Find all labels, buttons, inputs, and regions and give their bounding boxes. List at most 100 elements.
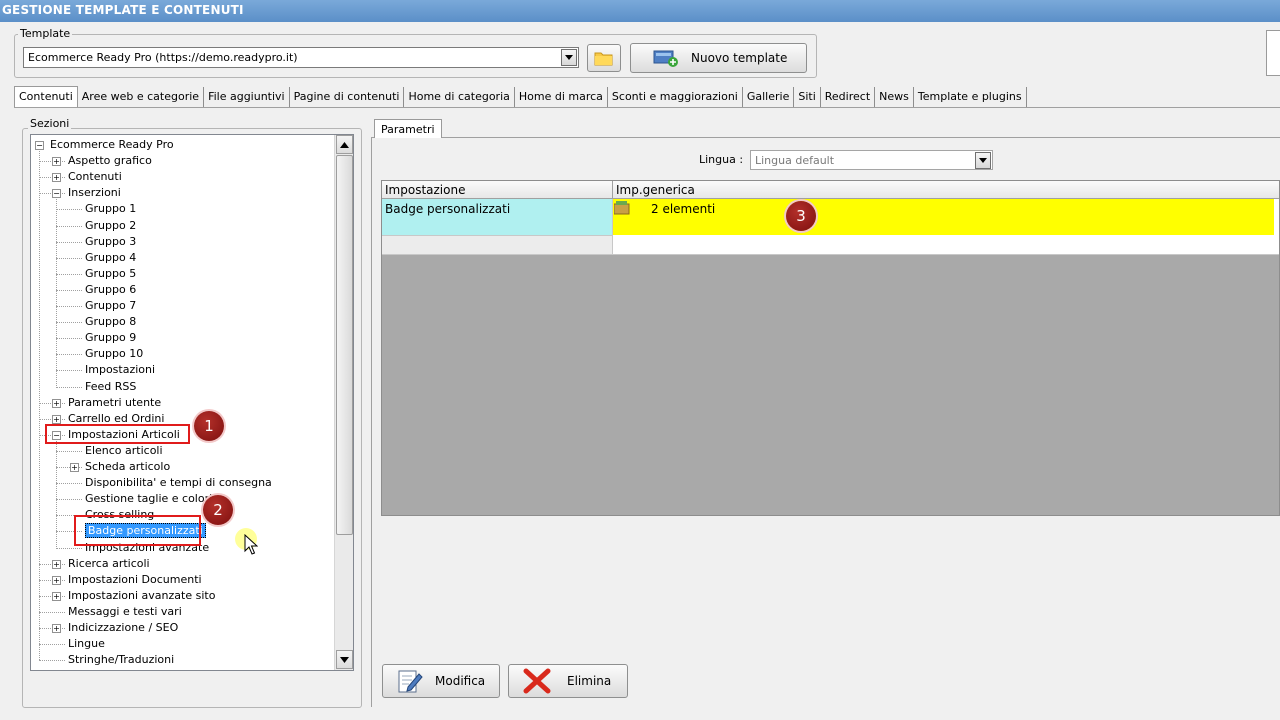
- tree-item[interactable]: Lingue: [68, 636, 105, 652]
- tree-item[interactable]: Impostazioni: [85, 362, 155, 378]
- tree-item-label: Gruppo 6: [85, 282, 137, 296]
- language-label: Lingua :: [699, 153, 744, 166]
- tree-item[interactable]: Parametri utente: [68, 395, 161, 411]
- tree-connector: [56, 483, 82, 485]
- tree-connector: [56, 241, 82, 243]
- tab-home-categoria[interactable]: Home di categoria: [404, 87, 515, 108]
- expand-icon[interactable]: +: [52, 624, 61, 633]
- tree-item[interactable]: Inserzioni: [68, 185, 121, 201]
- tree-item[interactable]: Gruppo 9: [85, 330, 136, 346]
- tree-item[interactable]: Gruppo 8: [85, 314, 136, 330]
- tree-item-label: Gruppo 8: [85, 315, 137, 329]
- tree-item[interactable]: Feed RSS: [85, 379, 136, 395]
- tab-redirect[interactable]: Redirect: [820, 87, 876, 108]
- tree-item[interactable]: Impostazioni avanzate sito: [68, 588, 215, 604]
- sections-group-label: Sezioni: [28, 117, 72, 130]
- tree-item[interactable]: Gruppo 10: [85, 346, 143, 362]
- tab-template-plugins[interactable]: Template e plugins: [913, 87, 1027, 108]
- expand-icon[interactable]: +: [52, 398, 61, 408]
- expand-icon[interactable]: +: [70, 463, 79, 472]
- tree-item-label: Aspetto grafico: [68, 154, 152, 168]
- tree-item-label: Ricerca articoli: [68, 556, 150, 570]
- tree-item-label: Feed RSS: [85, 379, 137, 393]
- expand-icon[interactable]: +: [52, 157, 61, 167]
- tree-item[interactable]: Ricerca articoli: [68, 556, 150, 572]
- tree-connector: [56, 499, 82, 501]
- tree-item[interactable]: Indicizzazione / SEO: [68, 620, 178, 636]
- tree-connector: [56, 440, 57, 548]
- collapse-icon[interactable]: −: [35, 141, 44, 150]
- open-folder-button[interactable]: [587, 44, 621, 72]
- tree-item[interactable]: Gruppo 6: [85, 282, 136, 298]
- column-header-impostazione[interactable]: Impostazione: [382, 181, 613, 199]
- tree-item-label: Gruppo 1: [85, 202, 137, 216]
- tab-home-marca[interactable]: Home di marca: [514, 87, 608, 108]
- add-template-icon: [653, 50, 678, 67]
- tree-item-label: Parametri utente: [68, 395, 162, 409]
- template-select[interactable]: Ecommerce Ready Pro (https://demo.readyp…: [23, 47, 579, 68]
- tree-item-label: Inserzioni: [68, 186, 121, 200]
- tree-item[interactable]: Stringhe/Traduzioni: [68, 652, 174, 668]
- column-header-imp-generica[interactable]: Imp.generica: [613, 181, 1279, 199]
- tree-item[interactable]: Ecommerce Ready Pro: [50, 137, 174, 153]
- tab-pagine-contenuti[interactable]: Pagine di contenuti: [289, 87, 405, 108]
- sections-tree[interactable]: Ecommerce Ready Pro − Aspetto grafico + Cont…: [30, 134, 354, 671]
- parameters-grid: Impostazione Imp.generica Badge personal…: [381, 180, 1280, 516]
- new-template-label: Nuovo template: [691, 51, 788, 65]
- tree-item[interactable]: Gruppo 3: [85, 234, 136, 250]
- annotation-marker-2: 2: [203, 495, 233, 525]
- tree-item-label: Gruppo 10: [85, 347, 144, 361]
- tab-file-aggiuntivi[interactable]: File aggiuntivi: [204, 87, 290, 108]
- tree-connector: [56, 370, 82, 372]
- expand-icon[interactable]: +: [52, 173, 61, 183]
- language-select[interactable]: Lingua default: [750, 150, 993, 170]
- empty-row-cell: [382, 236, 613, 255]
- scroll-thumb[interactable]: [336, 155, 353, 535]
- scroll-up-button[interactable]: [336, 135, 353, 154]
- tab-parametri[interactable]: Parametri: [374, 119, 442, 138]
- setting-value-cell[interactable]: 2 elementi: [613, 199, 1274, 235]
- tree-item[interactable]: Impostazioni Documenti: [68, 572, 202, 588]
- tree-item-label: Scheda articolo: [85, 460, 171, 473]
- tree-item[interactable]: Gruppo 7: [85, 298, 136, 314]
- tab-news[interactable]: News: [875, 87, 914, 108]
- edit-icon: [398, 670, 423, 693]
- tab-aree-web[interactable]: Aree web e categorie: [77, 87, 205, 108]
- new-template-button[interactable]: Nuovo template: [630, 43, 807, 73]
- tree-item[interactable]: Gruppo 2: [85, 218, 136, 234]
- tree-item[interactable]: Gestione taglie e colori: [85, 491, 212, 507]
- scroll-down-button[interactable]: [336, 650, 353, 669]
- tab-sconti[interactable]: Sconti e maggiorazioni: [607, 87, 743, 108]
- tree-item-label: Gruppo 3: [85, 234, 137, 248]
- tree-item[interactable]: Scheda articolo: [85, 459, 170, 475]
- tree-item-label: Messaggi e testi vari: [68, 604, 182, 618]
- setting-name-cell[interactable]: Badge personalizzati: [382, 199, 613, 236]
- tree-item[interactable]: Elenco articoli: [85, 443, 163, 459]
- tab-siti[interactable]: Siti: [794, 87, 821, 108]
- tree-item[interactable]: Gruppo 5: [85, 266, 136, 282]
- expand-icon[interactable]: +: [52, 591, 61, 601]
- tree-item[interactable]: Gruppo 4: [85, 250, 136, 266]
- edit-button[interactable]: Modifica: [382, 664, 500, 698]
- tree-item[interactable]: Disponibilita' e tempi di consegna: [85, 475, 272, 491]
- tree-item[interactable]: Aspetto grafico: [68, 153, 152, 169]
- chevron-down-icon[interactable]: [561, 49, 577, 66]
- expand-icon[interactable]: +: [52, 575, 61, 585]
- expand-icon[interactable]: +: [52, 559, 61, 569]
- expand-icon[interactable]: +: [52, 414, 61, 424]
- tree-item[interactable]: Gruppo 1: [85, 201, 136, 217]
- annotation-marker-3: 3: [786, 201, 816, 231]
- folder-icon: [594, 52, 613, 66]
- language-select-value: Lingua default: [755, 154, 835, 167]
- tab-contenuti[interactable]: Contenuti: [14, 86, 78, 108]
- template-select-value: Ecommerce Ready Pro (https://demo.readyp…: [28, 51, 298, 64]
- delete-button[interactable]: Elimina: [508, 664, 628, 698]
- tab-divider: [14, 107, 1280, 108]
- chevron-down-icon[interactable]: [975, 152, 991, 169]
- tree-item[interactable]: Messaggi e testi vari: [68, 604, 182, 620]
- tab-gallerie[interactable]: Gallerie: [742, 87, 795, 108]
- delete-x-icon: [523, 668, 551, 694]
- tree-item[interactable]: Contenuti: [68, 169, 122, 185]
- collapse-icon[interactable]: −: [52, 189, 61, 199]
- tree-scrollbar[interactable]: [334, 135, 353, 670]
